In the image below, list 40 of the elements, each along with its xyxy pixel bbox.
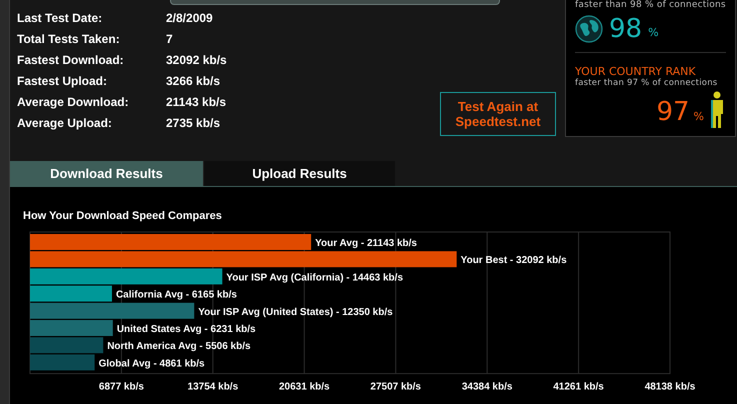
stat-label: Fastest Download:	[17, 52, 125, 68]
stat-value: 32092 kb/s	[166, 52, 227, 68]
stat-value: 2/8/2009	[166, 10, 213, 26]
world-rank-value: 98	[609, 16, 642, 42]
axis-tick-label: 48138 kb/s	[644, 381, 696, 392]
country-rank-title: YOUR COUNTRY RANK	[575, 65, 697, 78]
axis-tick-label: 6877 kb/s	[98, 381, 144, 392]
axis-tick-label: 27507 kb/s	[370, 381, 422, 392]
stat-label: Total Tests Taken:	[17, 31, 121, 47]
results-tab[interactable]: Upload Results	[203, 161, 395, 186]
country-rank-unit: %	[694, 108, 704, 124]
stat-label: Average Download:	[17, 94, 130, 110]
stat-value: 3266 kb/s	[166, 73, 220, 89]
bar-label: Your ISP Avg (United States) - 12350 kb/s	[198, 306, 393, 318]
person-icon	[708, 91, 726, 129]
stat-label: Last Test Date:	[17, 10, 104, 26]
world-rank-unit: %	[648, 24, 659, 40]
stat-value: 2735 kb/s	[166, 115, 220, 131]
country-rank-value: 97	[656, 99, 690, 125]
bar-label: Your Best - 32092 kb/s	[460, 254, 567, 266]
bar-label: North America Avg - 5506 kb/s	[107, 340, 251, 352]
stat-label: Average Upload:	[17, 115, 113, 131]
axis-tick-label: 34384 kb/s	[462, 381, 512, 392]
rank-caption: faster than 98 % of connections	[575, 0, 726, 10]
results-tab[interactable]: Download Results	[10, 161, 203, 186]
stat-label: Fastest Upload:	[17, 73, 108, 89]
stat-value: 21143 kb/s	[166, 94, 226, 110]
axis-tick-label: 13754 kb/s	[188, 381, 238, 392]
axis-tick-label: 41261 kb/s	[553, 381, 604, 392]
bar-label: Your Avg - 21143 kb/s	[315, 238, 417, 248]
globe-icon	[575, 15, 603, 43]
axis-tick-label: 20631 kb/s	[278, 381, 330, 392]
bar-label: United States Avg - 6231 kb/s	[116, 324, 256, 334]
bar-label: California Avg - 6165 kb/s	[116, 289, 237, 300]
chart-title: How Your Download Speed Compares	[23, 209, 223, 224]
stat-value: 7	[166, 31, 173, 47]
bar-label: Global Avg - 4861 kb/s	[98, 358, 205, 369]
test-again-button[interactable]: Test Again at Speedtest.net	[440, 92, 556, 136]
bar-label: Your ISP Avg (California) - 14463 kb/s	[226, 272, 403, 283]
rank-caption: faster than 97 % of connections	[575, 78, 718, 89]
